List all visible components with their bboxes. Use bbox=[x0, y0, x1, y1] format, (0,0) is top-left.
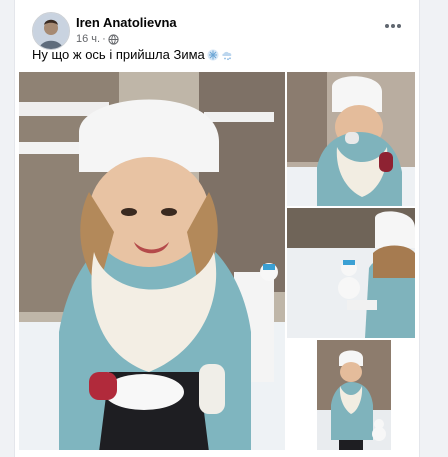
post-card: Iren Anatolievna 16 ч. · Ну що ж ось і п… bbox=[14, 0, 420, 457]
author-name[interactable]: Iren Anatolievna bbox=[76, 15, 177, 30]
meta-separator: · bbox=[102, 33, 106, 45]
globe-icon[interactable] bbox=[108, 33, 119, 45]
author-avatar[interactable] bbox=[32, 12, 70, 50]
photo-girl-with-snowman bbox=[287, 208, 415, 338]
photo-girl-eating-snow bbox=[287, 72, 415, 206]
post-meta: 16 ч. · bbox=[76, 33, 119, 45]
photo-girl-standing bbox=[317, 340, 391, 450]
post-header: Iren Anatolievna 16 ч. · bbox=[15, 6, 419, 50]
snowflake-icon bbox=[207, 49, 219, 60]
avatar-image bbox=[33, 13, 69, 49]
snow-cloud-icon bbox=[222, 51, 232, 60]
photo-bottom-right[interactable] bbox=[317, 340, 391, 450]
more-options-icon bbox=[385, 24, 401, 28]
photo-middle-right[interactable] bbox=[287, 208, 415, 338]
more-options-button[interactable] bbox=[381, 16, 405, 36]
post-time[interactable]: 16 ч. bbox=[76, 33, 100, 45]
photo-girl-winter bbox=[19, 72, 285, 450]
photo-gallery bbox=[19, 72, 415, 450]
photo-top-right[interactable] bbox=[287, 72, 415, 206]
photo-main[interactable] bbox=[19, 72, 285, 450]
post-text-content: Ну що ж ось і прийшла Зима bbox=[32, 47, 205, 62]
post-text: Ну що ж ось і прийшла Зима bbox=[32, 47, 233, 62]
